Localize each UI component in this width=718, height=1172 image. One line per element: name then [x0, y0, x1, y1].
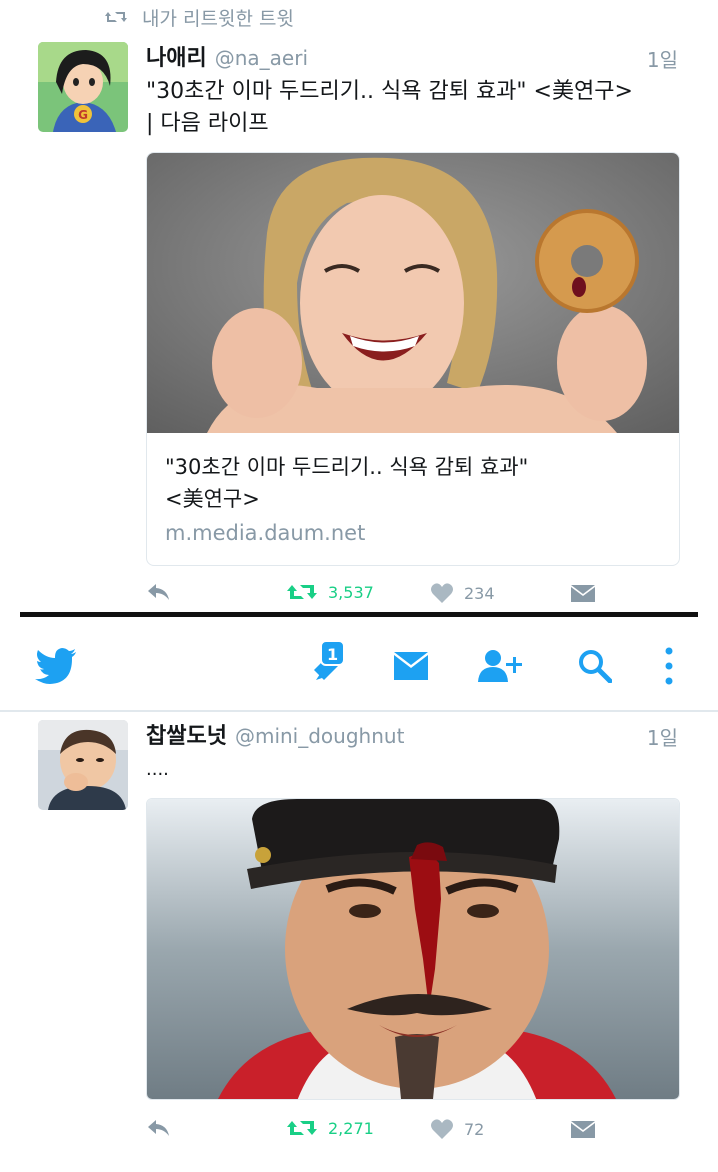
direct-message-button[interactable]: [570, 1120, 596, 1140]
retweet-icon: [287, 585, 317, 599]
heart-icon: [431, 583, 453, 603]
media-image: [147, 799, 679, 1099]
like-count: 72: [464, 1119, 485, 1139]
direct-message-button[interactable]: [570, 584, 596, 604]
tweet-text-line: "30초간 이마 두드리기.. 식욕 감퇴 효과" <美연구>: [146, 79, 633, 104]
reply-icon: [148, 1120, 169, 1136]
reply-button[interactable]: [146, 1118, 172, 1138]
tweet-text: "30초간 이마 두드리기.. 식욕 감퇴 효과" <美연구> | 다음 라이프: [146, 76, 686, 140]
nav-search[interactable]: [572, 620, 618, 712]
like-button[interactable]: 72: [430, 1118, 484, 1140]
retweet-button[interactable]: 3,537: [286, 582, 374, 602]
handle[interactable]: @mini_doughnut: [235, 724, 404, 748]
card-title-line: "30초간 이마 두드리기.. 식욕 감퇴 효과": [165, 455, 529, 479]
nav-add-user[interactable]: [472, 620, 528, 712]
like-count: 234: [464, 583, 495, 603]
avatar[interactable]: G: [38, 42, 128, 132]
card-image: [147, 153, 679, 433]
add-user-icon: [478, 650, 522, 682]
tweet-header: 나애리 @na_aeri: [146, 40, 308, 72]
twitter-bird-icon: [35, 648, 76, 684]
retweet-icon: [287, 1121, 317, 1135]
navbar: 1: [0, 620, 718, 712]
retweet-count: 3,537: [328, 582, 374, 602]
tweet-header: 찹쌀도넛 @mini_doughnut: [146, 718, 404, 750]
tweet-text-line: | 다음 라이프: [146, 111, 269, 136]
nav-notifications[interactable]: 1: [298, 620, 358, 712]
envelope-icon: [571, 585, 595, 602]
retweet-count: 2,271: [328, 1118, 374, 1138]
card-domain: m.media.daum.net: [165, 521, 366, 545]
link-card[interactable]: "30초간 이마 두드리기.. 식욕 감퇴 효과" <美연구> m.media.…: [146, 152, 680, 566]
timestamp[interactable]: 1일: [647, 44, 678, 73]
nav-messages[interactable]: [388, 620, 434, 712]
reply-button[interactable]: [146, 582, 172, 602]
retweet-context-label: 내가 리트윗한 트윗: [142, 7, 294, 30]
tweet-media[interactable]: [146, 798, 680, 1100]
retweet-icon: [105, 12, 127, 22]
handle[interactable]: @na_aeri: [215, 46, 308, 70]
search-icon: [579, 650, 612, 683]
retweet-button[interactable]: 2,271: [286, 1118, 374, 1138]
reply-icon: [148, 584, 169, 600]
card-title-line: <美연구>: [165, 487, 260, 511]
retweet-context: 내가 리트윗한 트윗: [104, 4, 294, 30]
card-title[interactable]: "30초간 이마 두드리기.. 식욕 감퇴 효과" <美연구>: [165, 451, 665, 515]
display-name[interactable]: 나애리: [146, 40, 207, 72]
tweet-text: ....: [146, 759, 169, 780]
avatar[interactable]: [38, 720, 128, 810]
display-name[interactable]: 찹쌀도넛: [146, 718, 227, 750]
messages-icon: [394, 652, 428, 680]
like-button[interactable]: 234: [430, 582, 495, 604]
heart-icon: [431, 1119, 453, 1139]
envelope-icon: [571, 1121, 595, 1138]
timestamp[interactable]: 1일: [647, 722, 678, 751]
svg-text:G: G: [78, 108, 88, 122]
notification-badge: 1: [320, 640, 346, 666]
nav-home[interactable]: [28, 620, 84, 712]
nav-more[interactable]: [654, 620, 684, 712]
more-icon: [665, 647, 673, 685]
divider: [20, 612, 698, 617]
